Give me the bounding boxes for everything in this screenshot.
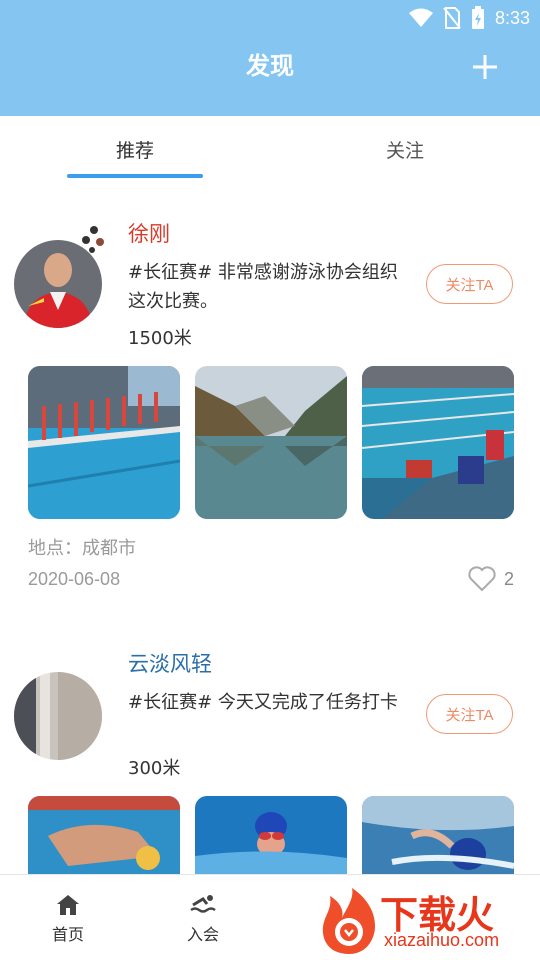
like-button[interactable]: 2 — [468, 566, 514, 592]
post-photo[interactable] — [362, 796, 514, 874]
post-location: 地点：成都市 — [28, 538, 136, 559]
follow-button[interactable]: 关注TA — [426, 694, 513, 734]
home-icon — [57, 895, 79, 915]
watermark-logo: 下载火 xiazaihuo.com — [318, 884, 540, 960]
post-photo[interactable] — [28, 366, 180, 519]
heart-icon — [468, 566, 496, 592]
post-text: #长征赛# 非常感谢游泳协会组织这次比赛。 — [128, 262, 398, 312]
post-photo[interactable] — [195, 796, 347, 874]
username[interactable]: 云淡风轻 — [128, 648, 212, 678]
tab-indicator — [67, 174, 203, 178]
flame-logo-icon — [322, 888, 376, 954]
swim-icon — [190, 895, 216, 913]
distance: 300米 — [128, 758, 181, 779]
post-card: 徐刚 #长征赛# 非常感谢游泳协会组织这次比赛。 关注TA 1500米 地点：成… — [0, 200, 540, 620]
app-header: 8:33 发现 — [0, 0, 540, 116]
distance: 1500米 — [128, 328, 192, 349]
page-title: 发现 — [246, 52, 294, 80]
wifi-icon — [408, 8, 433, 27]
tab-recommend[interactable]: 推荐 — [0, 116, 270, 182]
tab-label: 推荐 — [115, 139, 154, 162]
post-photo[interactable] — [362, 366, 514, 519]
nav-label: 入会 — [186, 925, 219, 944]
nav-join[interactable]: 入会 — [163, 893, 243, 945]
nav-home[interactable]: 首页 — [28, 893, 108, 945]
no-sim-icon — [443, 7, 461, 29]
status-bar: 8:33 — [408, 4, 530, 32]
post-photo[interactable] — [28, 796, 180, 874]
post-photo[interactable] — [195, 366, 347, 519]
add-icon[interactable] — [470, 52, 500, 82]
tab-follow[interactable]: 关注 — [270, 116, 540, 182]
like-count: 2 — [503, 568, 514, 589]
avatar-image — [14, 672, 102, 760]
username[interactable]: 徐刚 — [128, 218, 170, 248]
follow-button[interactable]: 关注TA — [426, 264, 513, 304]
watermark-url: xiazaihuo.com — [384, 930, 500, 950]
tab-bar: 推荐 关注 — [0, 116, 540, 182]
sticker-icon — [82, 226, 104, 253]
post-date: 2020-06-08 — [28, 569, 121, 589]
post-text: #长征赛# 今天又完成了任务打卡 — [128, 692, 398, 713]
battery-icon — [471, 6, 484, 29]
status-time: 8:33 — [494, 7, 530, 28]
tab-label: 关注 — [385, 139, 424, 162]
nav-label: 首页 — [51, 925, 84, 944]
avatar[interactable] — [14, 672, 102, 760]
post-card: 云淡风轻 #长征赛# 今天又完成了任务打卡 关注TA 300米 — [0, 630, 540, 874]
